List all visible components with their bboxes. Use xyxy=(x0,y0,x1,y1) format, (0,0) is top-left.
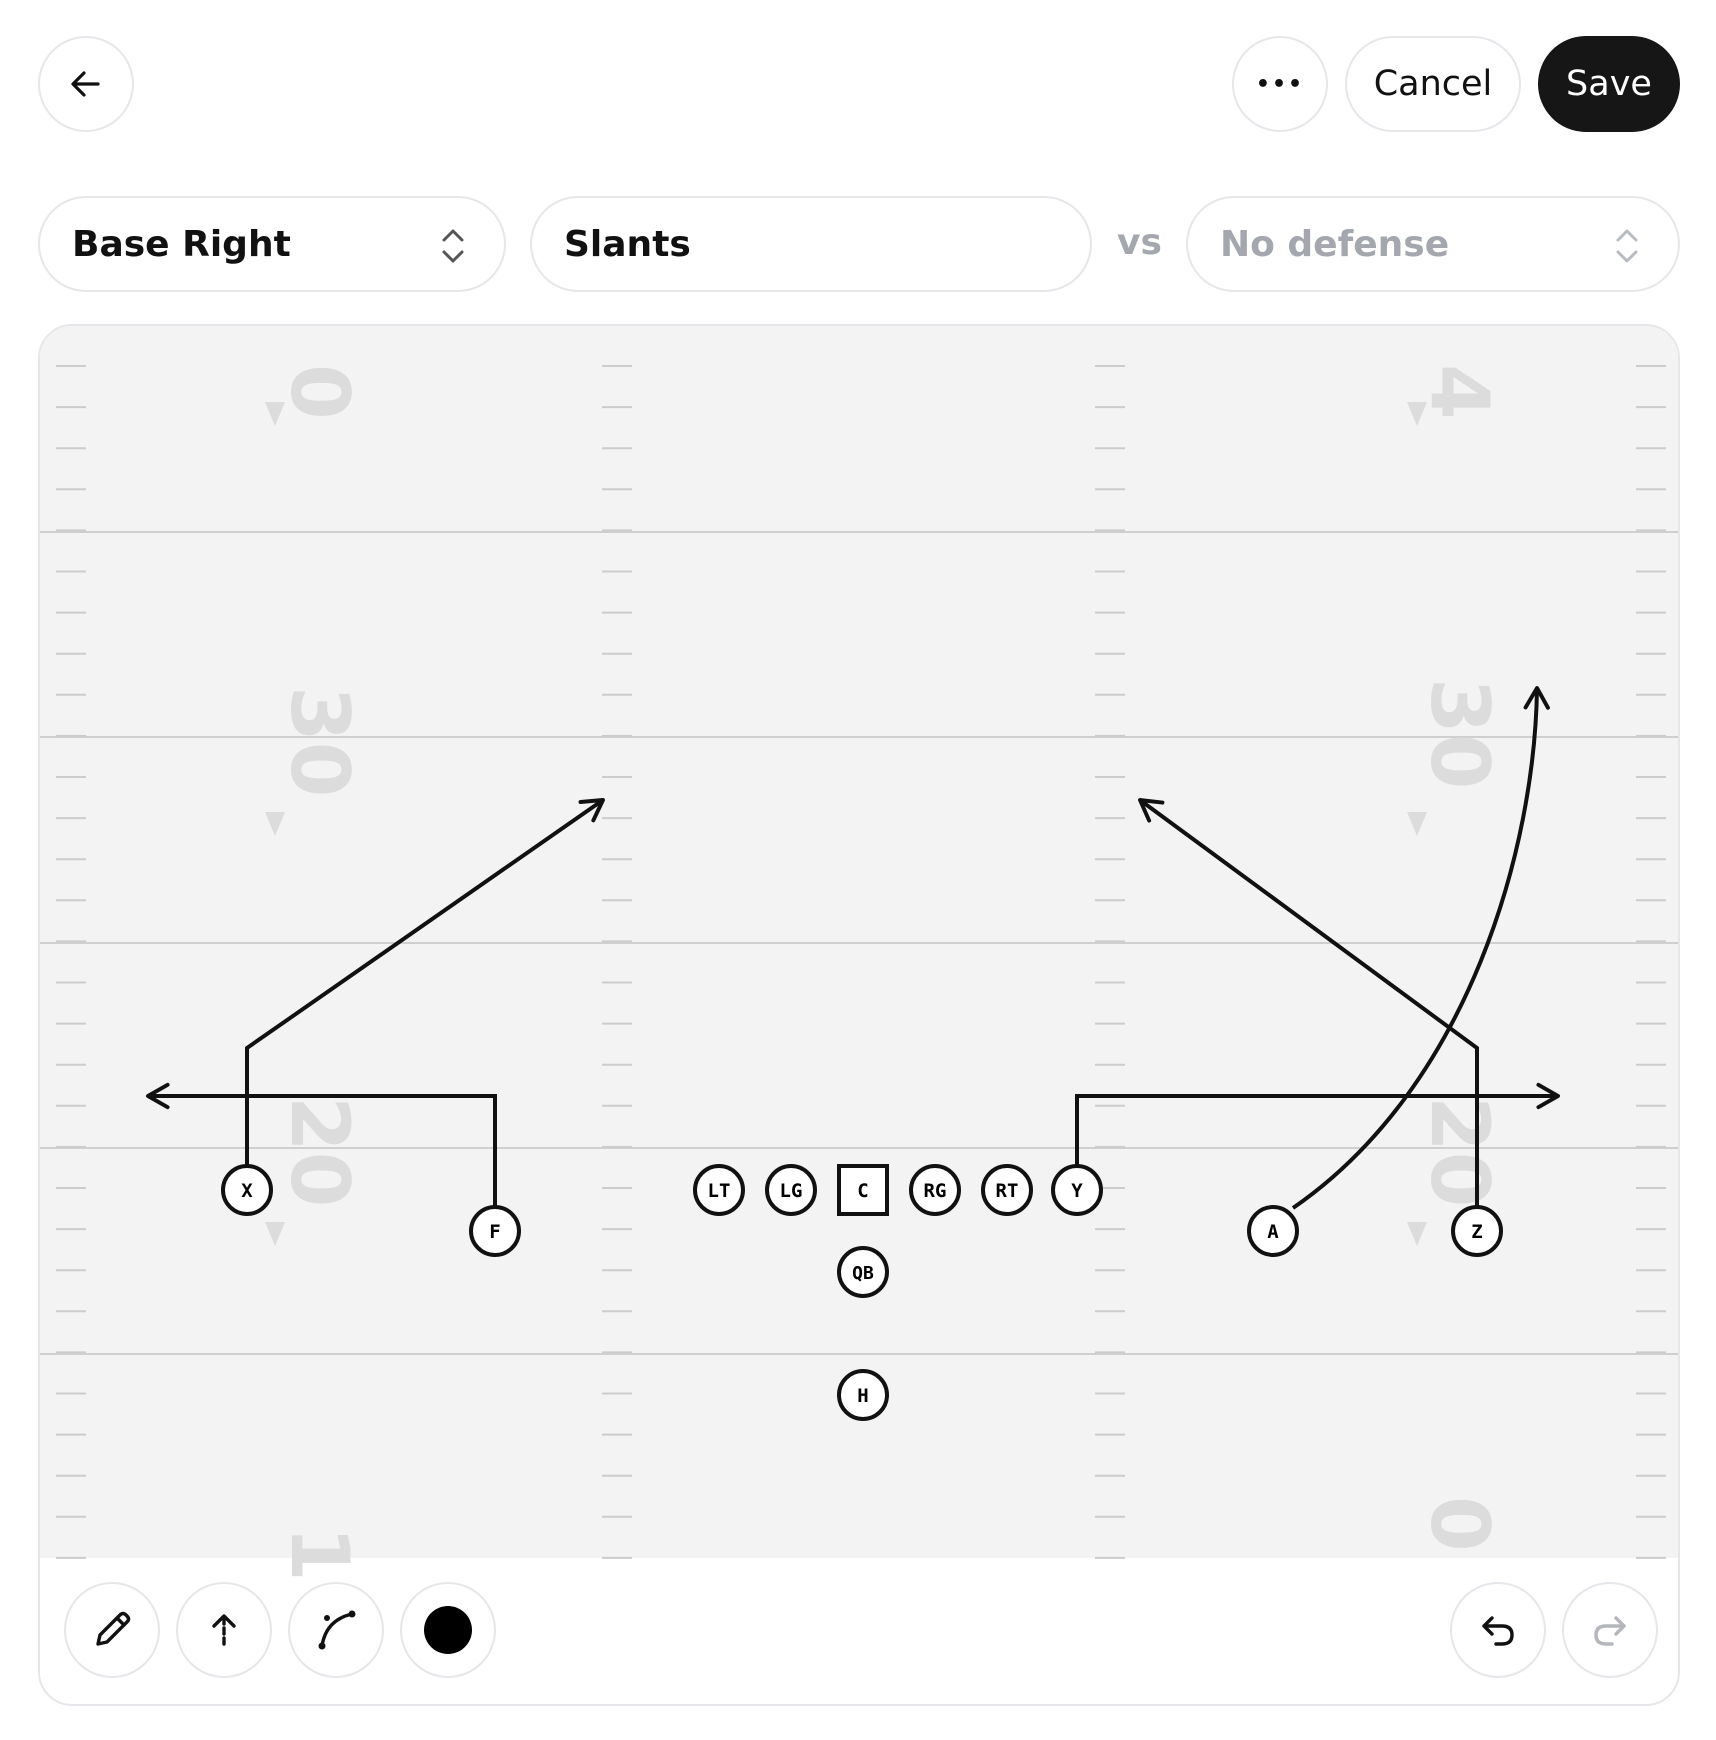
save-button[interactable]: Save xyxy=(1538,36,1680,132)
player-rg[interactable]: RG xyxy=(909,1164,961,1216)
player-label: RT xyxy=(996,1180,1019,1202)
player-z[interactable]: Z xyxy=(1451,1205,1503,1257)
yard-number: 30 xyxy=(273,686,366,797)
arrow-left-icon xyxy=(71,71,100,97)
player-label: X xyxy=(241,1180,253,1202)
player-label: LT xyxy=(708,1180,731,1202)
route-tool-button[interactable] xyxy=(176,1582,272,1678)
yard-number: 20 xyxy=(273,1096,366,1207)
curve-tool-button[interactable] xyxy=(288,1582,384,1678)
vs-label: vs xyxy=(1117,222,1162,263)
more-horizontal-icon: ••• xyxy=(1255,71,1305,97)
player-lg[interactable]: LG xyxy=(765,1164,817,1216)
color-swatch-icon xyxy=(424,1606,472,1654)
play-name-value: Slants xyxy=(564,223,691,265)
cancel-label: Cancel xyxy=(1373,64,1493,104)
player-label: RG xyxy=(924,1180,947,1202)
player-label: LG xyxy=(780,1180,803,1202)
player-label: A xyxy=(1267,1221,1279,1243)
player-c[interactable]: C xyxy=(837,1164,889,1216)
undo-icon xyxy=(1482,1616,1514,1646)
bezier-curve-icon xyxy=(318,1610,356,1650)
yard-number: 30 xyxy=(1413,678,1506,789)
yard-number: 1 xyxy=(273,1526,366,1582)
pencil-icon xyxy=(96,1611,131,1646)
yard-number: 0 xyxy=(1413,1496,1506,1552)
player-x[interactable]: X xyxy=(221,1164,273,1216)
back-button[interactable] xyxy=(38,36,134,132)
formation-value: Base Right xyxy=(72,223,291,265)
player-rt[interactable]: RT xyxy=(981,1164,1033,1216)
undo-button[interactable] xyxy=(1450,1582,1546,1678)
yard-number: 0 xyxy=(273,364,366,420)
formation-select[interactable]: Base Right xyxy=(38,196,506,292)
play-name-input[interactable]: Slants xyxy=(530,196,1092,292)
save-label: Save xyxy=(1566,64,1652,104)
cancel-button[interactable]: Cancel xyxy=(1345,36,1521,132)
chevron-up-down-icon xyxy=(442,229,464,263)
redo-button[interactable] xyxy=(1562,1582,1658,1678)
player-qb[interactable]: QB xyxy=(837,1246,889,1298)
defense-placeholder: No defense xyxy=(1220,223,1450,265)
play-canvas[interactable]: 0 4 30 30 20 20 1 0 X F LT LG C RG RT Y … xyxy=(38,324,1680,1706)
play-diagram[interactable]: 0 4 30 30 20 20 1 0 X F LT LG C RG RT Y … xyxy=(40,326,1680,1706)
player-label: F xyxy=(489,1221,500,1243)
redo-icon xyxy=(1594,1616,1626,1646)
player-label: Z xyxy=(1471,1221,1482,1243)
player-label: Y xyxy=(1071,1180,1083,1202)
player-y[interactable]: Y xyxy=(1051,1164,1103,1216)
arrow-up-icon xyxy=(212,1614,236,1648)
player-a[interactable]: A xyxy=(1247,1205,1299,1257)
more-options-button[interactable]: ••• xyxy=(1232,36,1328,132)
player-label: H xyxy=(857,1385,868,1407)
player-lt[interactable]: LT xyxy=(693,1164,745,1216)
color-picker-button[interactable] xyxy=(400,1582,496,1678)
defense-select[interactable]: No defense xyxy=(1186,196,1680,292)
player-h[interactable]: H xyxy=(837,1369,889,1421)
yard-number: 20 xyxy=(1413,1096,1506,1207)
player-label: C xyxy=(857,1180,868,1202)
player-label: QB xyxy=(852,1263,874,1284)
pencil-tool-button[interactable] xyxy=(64,1582,160,1678)
player-f[interactable]: F xyxy=(469,1205,521,1257)
chevron-up-down-icon xyxy=(1616,229,1638,263)
yard-number: 4 xyxy=(1413,364,1506,420)
